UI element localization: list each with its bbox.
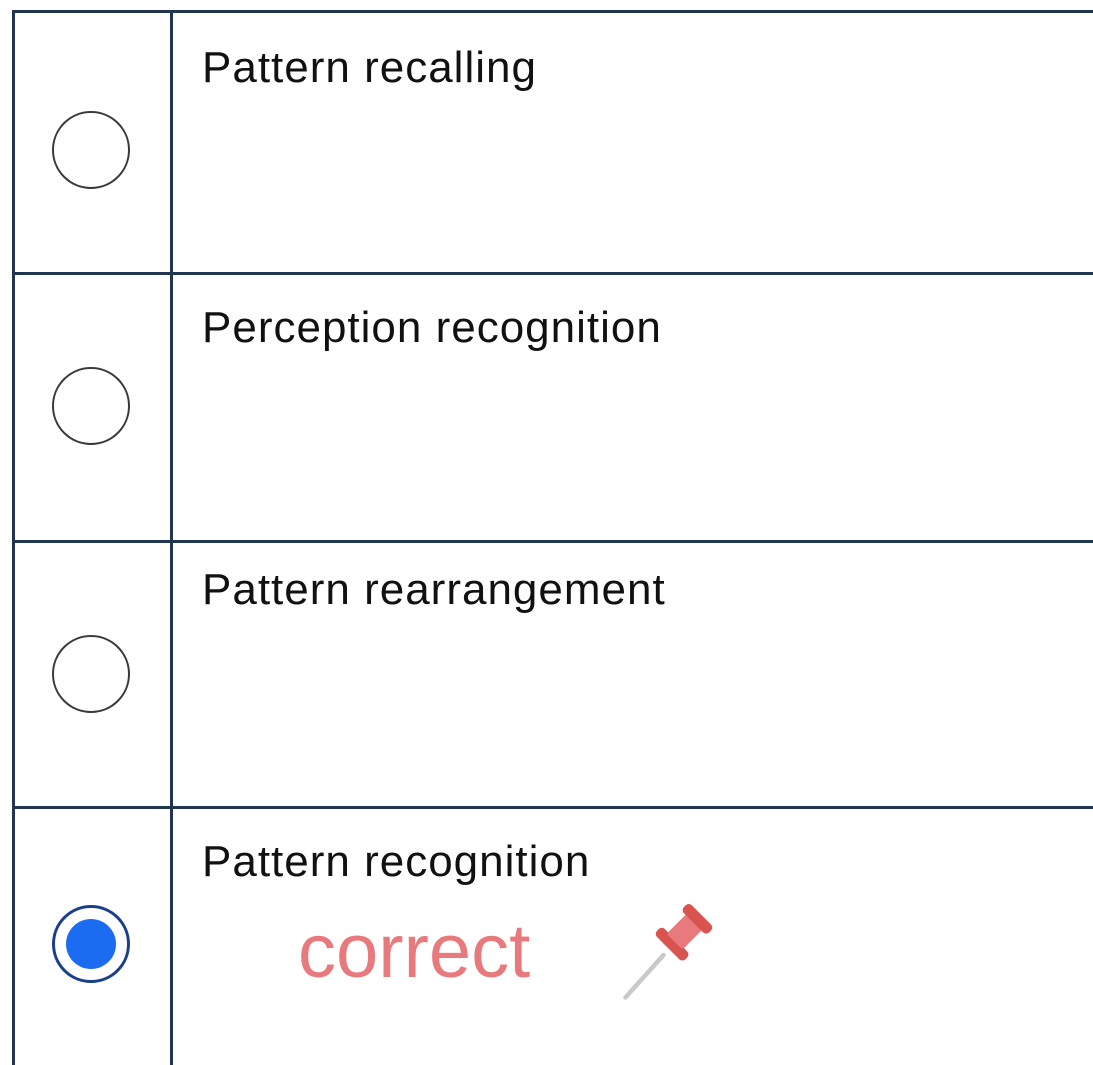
option-label: Pattern rearrangement bbox=[202, 565, 666, 614]
answer-option-row[interactable]: Pattern recalling bbox=[12, 13, 1093, 272]
pushpin-icon bbox=[623, 904, 713, 1000]
answer-option-row[interactable]: Pattern recognition bbox=[12, 809, 1093, 1065]
radio-button-option-1[interactable] bbox=[52, 111, 130, 189]
radio-button-option-2[interactable] bbox=[52, 367, 130, 445]
correct-annotation: correct bbox=[298, 909, 531, 994]
option-label: Perception recognition bbox=[202, 303, 662, 352]
answer-option-row[interactable]: Perception recognition bbox=[12, 275, 1093, 540]
radio-button-option-3[interactable] bbox=[52, 635, 130, 713]
radio-selected-dot bbox=[66, 919, 116, 969]
answer-option-row[interactable]: Pattern rearrangement bbox=[12, 543, 1093, 806]
radio-button-option-4[interactable] bbox=[52, 905, 130, 983]
option-label: Pattern recognition bbox=[202, 837, 591, 886]
option-label: Pattern recalling bbox=[202, 43, 537, 92]
